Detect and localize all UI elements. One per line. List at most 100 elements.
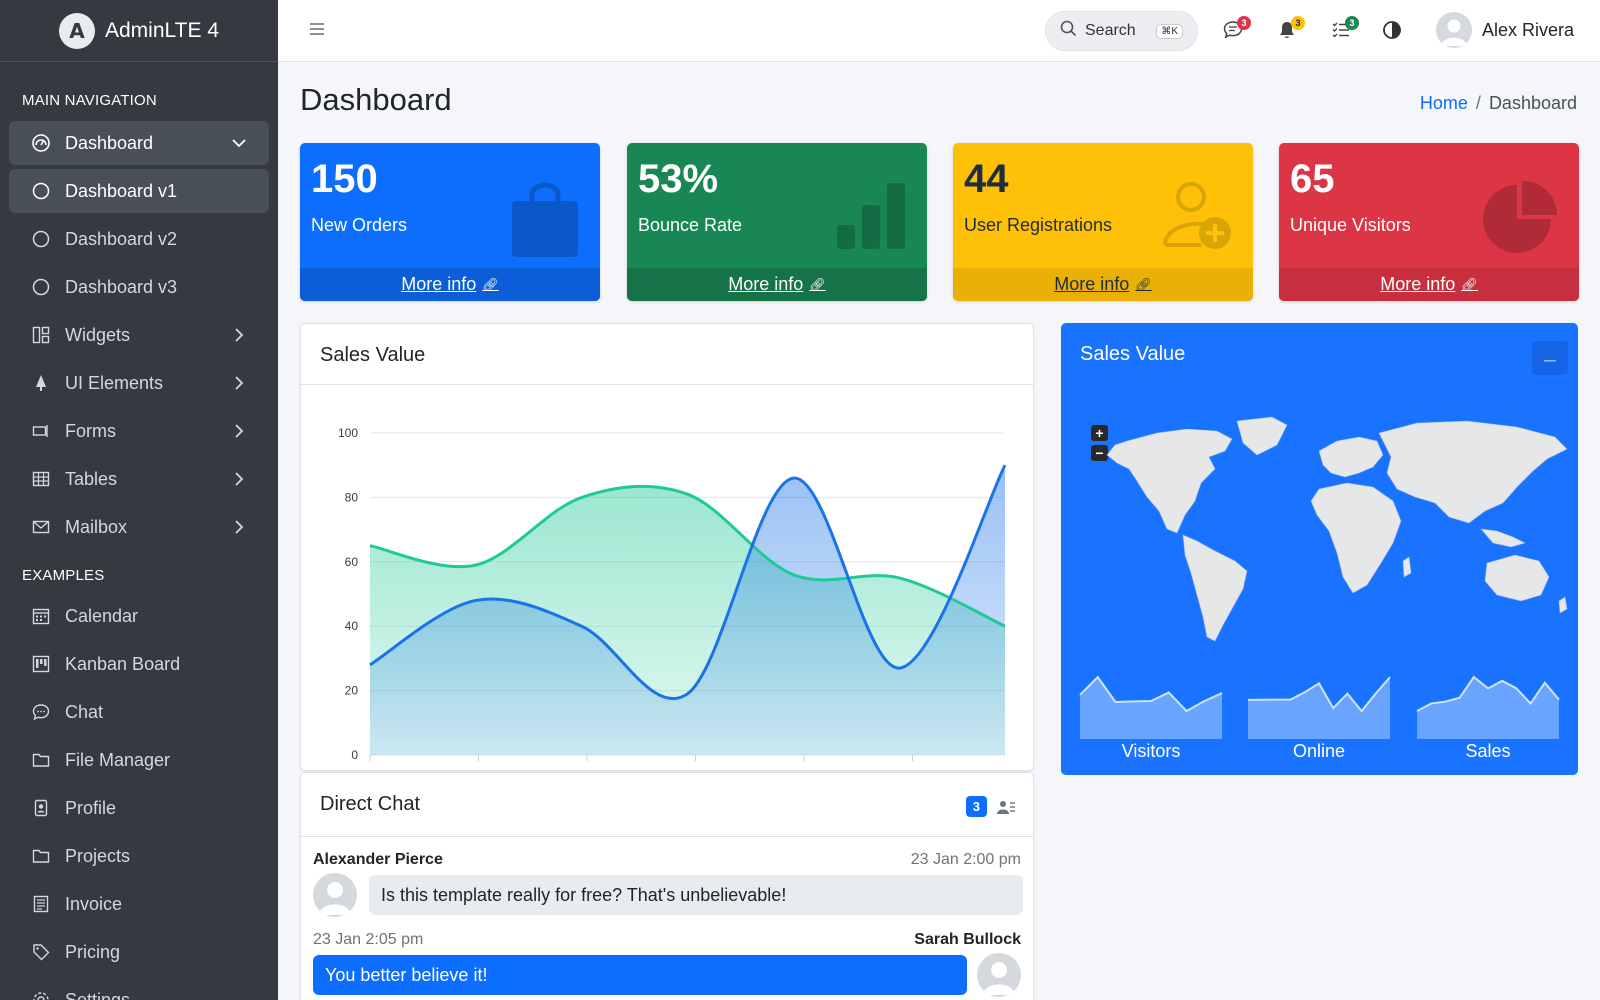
bar-chart-icon bbox=[835, 179, 907, 256]
link-icon: 🔗︎ bbox=[482, 276, 499, 292]
small-box-value: 53% bbox=[638, 157, 719, 201]
sidebar-item-label: Profile bbox=[65, 797, 117, 818]
link-icon: 🔗︎ bbox=[1135, 276, 1152, 292]
search-button[interactable]: Search ⌘K bbox=[1045, 11, 1198, 51]
small-box-orders: 150 New Orders More info 🔗︎ bbox=[300, 143, 600, 301]
sparkline-area-1 bbox=[1248, 677, 1390, 739]
sparkline-area-2 bbox=[1417, 677, 1559, 739]
chat-message-name: Sarah Bullock bbox=[914, 931, 1021, 948]
sidebar-item-projects[interactable]: Projects bbox=[9, 834, 269, 878]
card-header: Sales Value bbox=[301, 324, 1033, 385]
top-navbar: Search ⌘K 3 3 3 Alex Rivera bbox=[278, 0, 1600, 62]
y-tick-label: 20 bbox=[345, 684, 359, 698]
person-badge-icon bbox=[31, 798, 51, 818]
user-menu[interactable]: Alex Rivera bbox=[1436, 12, 1574, 48]
small-box-value: 65 bbox=[1290, 157, 1335, 201]
map-greenland bbox=[1236, 416, 1288, 456]
more-info-link[interactable]: More info 🔗︎ bbox=[1279, 268, 1579, 301]
chat-messages: Alexander Pierce 23 Jan 2:00 pm Is this … bbox=[301, 837, 1033, 1000]
tasks-icon[interactable]: 3 bbox=[1331, 16, 1359, 45]
y-tick-label: 60 bbox=[345, 555, 359, 569]
sidebar-item-file-manager[interactable]: File Manager bbox=[9, 738, 269, 782]
sidebar-item-label: Invoice bbox=[65, 893, 123, 914]
sidebar-item-ui-elements[interactable]: UI Elements bbox=[9, 361, 269, 405]
pie-chart-icon bbox=[1479, 179, 1559, 264]
sidebar-item-label: Pricing bbox=[65, 941, 121, 962]
world-map-card: Sales Value + − Visitors Online Sales bbox=[1061, 323, 1578, 775]
sidebar-item-invoice[interactable]: Invoice bbox=[9, 882, 269, 926]
map-africa bbox=[1310, 482, 1402, 594]
circle-icon bbox=[31, 277, 51, 297]
sidebar-item-label: Forms bbox=[65, 420, 116, 441]
tree-icon bbox=[31, 373, 51, 393]
small-box-label: New Orders bbox=[311, 215, 408, 235]
map-australia bbox=[1484, 554, 1550, 602]
calendar-icon bbox=[31, 606, 51, 626]
small-box-label: User Registrations bbox=[964, 215, 1113, 235]
sidebar-item-mailbox[interactable]: Mailbox bbox=[9, 505, 269, 549]
sidebar-item-dashboard[interactable]: Dashboard bbox=[9, 121, 269, 165]
search-label: Search bbox=[1085, 22, 1136, 39]
small-box-value: 150 bbox=[311, 157, 378, 201]
sales-area-chart: 020406080100Jan '23Feb '23Mar '23Apr '23… bbox=[338, 426, 1007, 784]
map-new-zealand bbox=[1558, 596, 1568, 614]
search-shortcut: ⌘K bbox=[1156, 23, 1183, 39]
sidebar-item-chat[interactable]: Chat bbox=[9, 690, 269, 734]
sparklines bbox=[1079, 675, 1560, 739]
sidebar-item-profile[interactable]: Profile bbox=[9, 786, 269, 830]
messages-badge: 3 bbox=[1237, 16, 1251, 30]
link-icon: 🔗︎ bbox=[1461, 276, 1478, 292]
chevron-right-icon bbox=[231, 519, 247, 540]
sidebar-item-dashboard-v2[interactable]: Dashboard v2 bbox=[9, 217, 269, 261]
card-header: Direct Chat 3 bbox=[301, 773, 1033, 837]
link-icon: 🔗︎ bbox=[809, 276, 826, 292]
circle-icon bbox=[31, 229, 51, 249]
chat-count-badge: 3 bbox=[965, 796, 987, 817]
sidebar-item-settings[interactable]: Settings bbox=[9, 978, 269, 1000]
sidebar-item-dashboard-v1[interactable]: Dashboard v1 bbox=[9, 169, 269, 213]
sidebar-item-kanban[interactable]: Kanban Board bbox=[9, 642, 269, 686]
sidebar-item-pricing[interactable]: Pricing bbox=[9, 930, 269, 974]
contacts-icon[interactable] bbox=[997, 799, 1015, 820]
tasks-badge: 3 bbox=[1345, 16, 1359, 30]
sidebar-item-label: Calendar bbox=[65, 605, 139, 626]
kanban-icon bbox=[31, 654, 51, 674]
theme-toggle-icon[interactable] bbox=[1382, 20, 1402, 45]
user-name: Alex Rivera bbox=[1482, 19, 1575, 40]
more-info-link[interactable]: More info 🔗︎ bbox=[953, 268, 1253, 301]
sidebar-item-label: Mailbox bbox=[65, 516, 128, 537]
breadcrumb-home-link[interactable]: Home bbox=[1420, 93, 1468, 113]
chat-message-bubble: You better believe it! bbox=[313, 955, 967, 995]
chat-message-bubble: Is this template really for free? That's… bbox=[369, 875, 1023, 915]
sidebar-item-widgets[interactable]: Widgets bbox=[9, 313, 269, 357]
chat-message-time: 23 Jan 2:00 pm bbox=[910, 851, 1021, 868]
brand[interactable]: A AdminLTE 4 bbox=[0, 0, 278, 62]
sidebar-item-label: Projects bbox=[65, 845, 131, 866]
y-tick-label: 80 bbox=[345, 490, 359, 504]
card-title: Direct Chat bbox=[320, 793, 421, 815]
world-map[interactable] bbox=[1097, 411, 1577, 661]
card-title: Sales Value bbox=[320, 344, 426, 366]
sidebar-item-label: Kanban Board bbox=[65, 653, 181, 674]
messages-icon[interactable]: 3 bbox=[1223, 16, 1251, 45]
chevron-right-icon bbox=[231, 423, 247, 444]
sidebar-item-label: Dashboard v1 bbox=[65, 180, 178, 201]
sidebar-item-label: Settings bbox=[65, 989, 131, 1000]
sidebar-item-calendar[interactable]: Calendar bbox=[9, 594, 269, 638]
chevron-right-icon bbox=[231, 471, 247, 492]
chevron-right-icon bbox=[231, 327, 247, 348]
avatar bbox=[1436, 12, 1472, 48]
collapse-button[interactable] bbox=[1532, 341, 1568, 375]
person-add-icon bbox=[1161, 179, 1233, 256]
more-info-link[interactable]: More info 🔗︎ bbox=[627, 268, 927, 301]
breadcrumb-current: Dashboard bbox=[1488, 93, 1577, 113]
sparkline-area-0 bbox=[1080, 677, 1222, 739]
direct-chat-card: Direct Chat 3 Alexander Pierce 23 Jan 2:… bbox=[300, 772, 1034, 1000]
tag-icon bbox=[31, 942, 51, 962]
menu-toggle-icon[interactable] bbox=[310, 22, 324, 41]
sidebar-item-tables[interactable]: Tables bbox=[9, 457, 269, 501]
sidebar-item-dashboard-v3[interactable]: Dashboard v3 bbox=[9, 265, 269, 309]
more-info-link[interactable]: More info 🔗︎ bbox=[300, 268, 600, 301]
bell-icon[interactable]: 3 bbox=[1277, 16, 1305, 45]
sidebar-item-forms[interactable]: Forms bbox=[9, 409, 269, 453]
